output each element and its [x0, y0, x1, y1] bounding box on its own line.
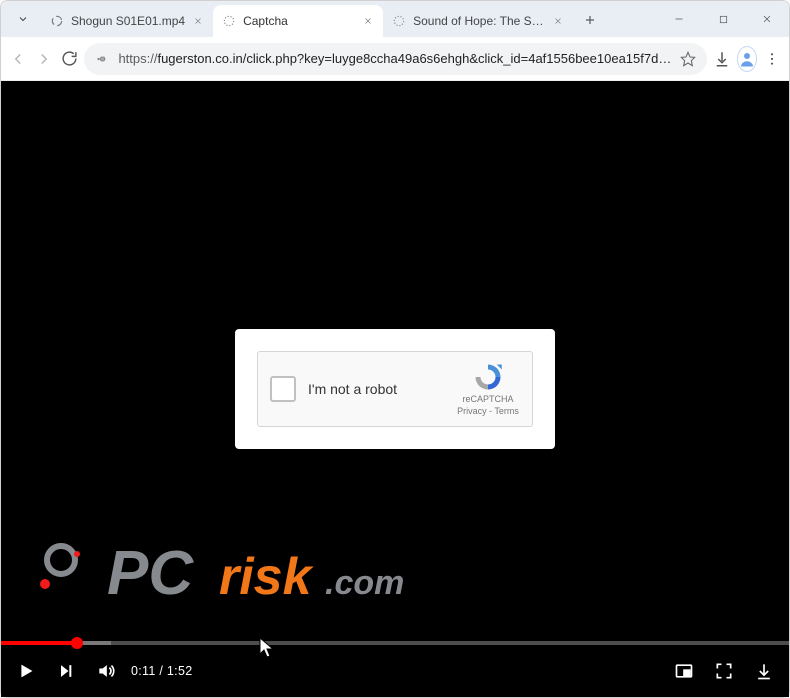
svg-text:risk: risk: [219, 548, 315, 606]
back-button[interactable]: [7, 44, 29, 74]
address-bar[interactable]: https://fugerston.co.in/click.php?key=lu…: [84, 43, 707, 75]
browser-window: Shogun S01E01.mp4 Captcha Sound of Hop: [0, 0, 790, 698]
reload-button[interactable]: [59, 44, 81, 74]
close-window-button[interactable]: [745, 4, 789, 34]
tab-title: Captcha: [243, 14, 355, 28]
download-button[interactable]: [749, 656, 779, 686]
player-controls: 0:11 / 1:52: [1, 645, 789, 697]
profile-button[interactable]: [737, 46, 757, 72]
maximize-button[interactable]: [701, 4, 745, 34]
tab-item[interactable]: Sound of Hope: The Story o…: [383, 5, 573, 37]
watermark: PC risk .com: [29, 524, 449, 629]
volume-button[interactable]: [91, 656, 121, 686]
tab-strip: Shogun S01E01.mp4 Captcha Sound of Hop: [1, 1, 789, 37]
tab-item-active[interactable]: Captcha: [213, 5, 383, 37]
progress-track[interactable]: [1, 641, 789, 645]
menu-button[interactable]: [761, 44, 783, 74]
chevron-down-icon: [17, 13, 29, 25]
progress-knob[interactable]: [71, 637, 83, 649]
close-icon[interactable]: [551, 14, 565, 28]
video-player-bar: 0:11 / 1:52: [1, 641, 789, 697]
captcha-widget: I'm not a robot reCAPTCHA Privacy - Term…: [257, 351, 533, 427]
toolbar: https://fugerston.co.in/click.php?key=lu…: [1, 37, 789, 81]
minimize-button[interactable]: [657, 4, 701, 34]
site-icon: [391, 13, 407, 29]
site-icon: [221, 13, 237, 29]
spinner-icon: [49, 13, 65, 29]
next-button[interactable]: [51, 656, 81, 686]
progress-fill: [1, 641, 77, 645]
captcha-checkbox[interactable]: [270, 376, 296, 402]
fullscreen-button[interactable]: [709, 656, 739, 686]
close-icon[interactable]: [191, 14, 205, 28]
captcha-label: I'm not a robot: [308, 381, 456, 397]
time-display: 0:11 / 1:52: [131, 664, 192, 678]
captcha-card: I'm not a robot reCAPTCHA Privacy - Term…: [235, 329, 555, 449]
recaptcha-brand-text: reCAPTCHA: [462, 394, 513, 404]
window-controls: [657, 1, 789, 37]
recaptcha-icon: [473, 362, 503, 392]
downloads-button[interactable]: [711, 44, 733, 74]
pip-button[interactable]: [669, 656, 699, 686]
tab-search-button[interactable]: [9, 5, 37, 33]
svg-text:.com: .com: [325, 564, 404, 602]
bookmark-icon[interactable]: [679, 50, 697, 68]
recaptcha-legal[interactable]: Privacy - Terms: [457, 406, 519, 416]
tabs: Shogun S01E01.mp4 Captcha Sound of Hop: [41, 1, 657, 37]
url-text: https://fugerston.co.in/click.php?key=lu…: [118, 51, 671, 66]
play-button[interactable]: [11, 656, 41, 686]
tab-title: Sound of Hope: The Story o…: [413, 14, 545, 28]
new-tab-button[interactable]: [577, 7, 603, 33]
close-icon[interactable]: [361, 14, 375, 28]
svg-text:PC: PC: [107, 539, 194, 608]
tab-item[interactable]: Shogun S01E01.mp4: [41, 5, 213, 37]
recaptcha-brand: reCAPTCHA Privacy - Terms: [456, 362, 520, 416]
site-info-icon[interactable]: [94, 51, 110, 67]
page-content: I'm not a robot reCAPTCHA Privacy - Term…: [1, 81, 789, 697]
tab-title: Shogun S01E01.mp4: [71, 14, 185, 28]
forward-button[interactable]: [33, 44, 55, 74]
